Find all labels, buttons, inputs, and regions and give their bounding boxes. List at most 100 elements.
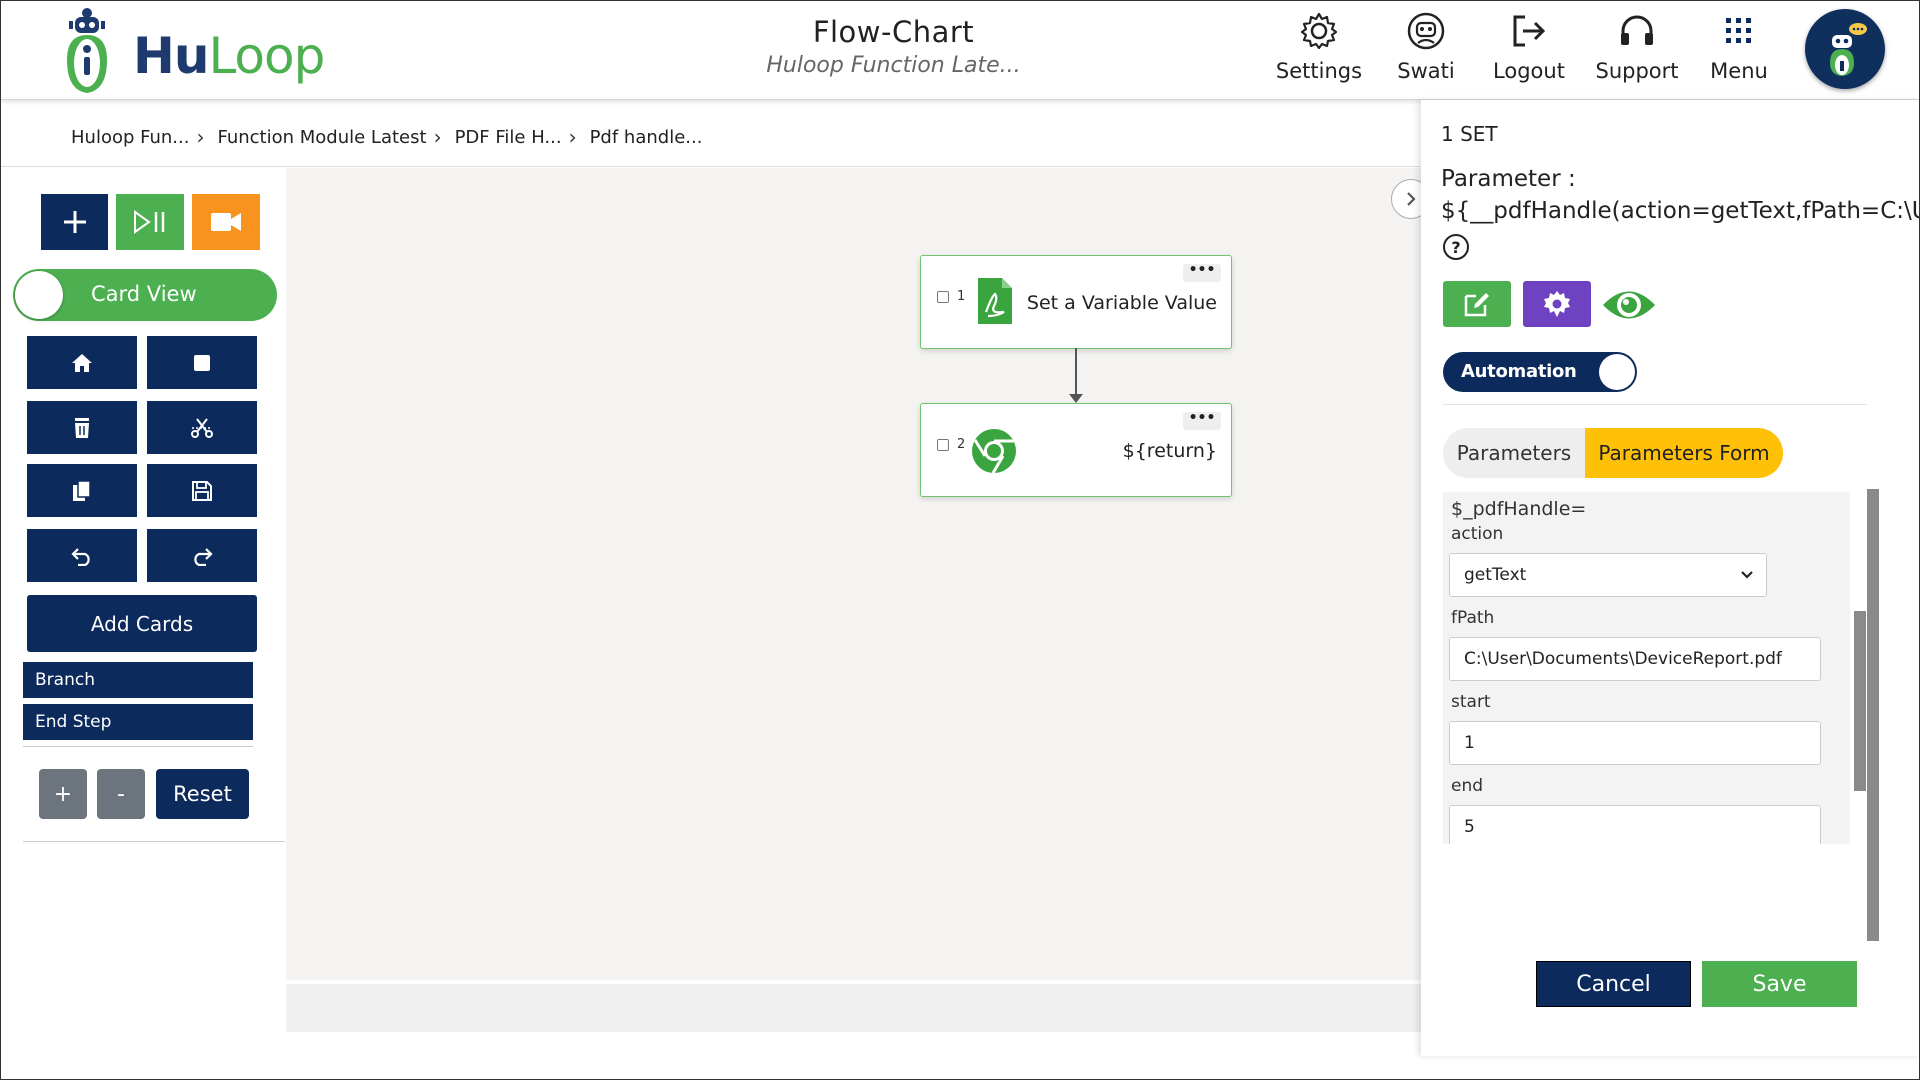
trash-icon: [75, 417, 89, 438]
home-icon: [72, 353, 92, 372]
cut-button[interactable]: [147, 401, 257, 454]
grid-icon: [1697, 9, 1781, 53]
robot-icon: [1383, 9, 1469, 53]
undo-button[interactable]: [27, 529, 137, 582]
configure-button[interactable]: [1523, 281, 1591, 327]
copy-icon: [73, 479, 91, 501]
properties-panel: 1 SET Parameter : ${__pdfHandle(action=g…: [1421, 100, 1919, 1056]
chrome-icon: [972, 429, 1016, 474]
nav-menu[interactable]: Menu: [1697, 9, 1781, 89]
reset-zoom-button[interactable]: Reset: [156, 769, 249, 819]
step-title: 1 SET: [1441, 122, 1498, 146]
breadcrumb-item[interactable]: Huloop Fun...: [71, 127, 189, 148]
copy-button[interactable]: [27, 464, 137, 517]
card-checkbox[interactable]: [937, 439, 949, 451]
video-camera-icon: [211, 213, 241, 231]
redo-button[interactable]: [147, 529, 257, 582]
start-label: start: [1451, 692, 1491, 712]
nav-settings-label: Settings: [1275, 59, 1363, 83]
action-select[interactable]: getText: [1449, 553, 1767, 597]
parameter-tabs: Parameters Parameters Form: [1443, 428, 1783, 478]
end-input[interactable]: 5: [1449, 805, 1821, 844]
flow-card[interactable]: 1 ••• Set a Variable Value: [920, 255, 1232, 349]
help-icon[interactable]: ?: [1443, 234, 1469, 260]
parameter-label: Parameter :: [1441, 166, 1576, 192]
divider: [23, 841, 285, 842]
arrow-down-icon: [1069, 394, 1083, 403]
breadcrumb-item[interactable]: Function Module Latest: [217, 127, 426, 148]
form-heading: $_pdfHandle=: [1451, 498, 1587, 520]
tab-parameters-form[interactable]: Parameters Form: [1585, 428, 1783, 478]
divider: [23, 746, 253, 747]
tab-parameters[interactable]: Parameters: [1443, 428, 1585, 478]
nav-settings[interactable]: Settings: [1269, 9, 1369, 89]
divider: [1, 166, 1421, 167]
panel-scrollbar[interactable]: [1867, 489, 1879, 941]
start-input[interactable]: 1: [1449, 721, 1821, 765]
cancel-button[interactable]: Cancel: [1536, 961, 1691, 1007]
delete-button[interactable]: [27, 401, 137, 454]
breadcrumb-item[interactable]: PDF File H...: [455, 127, 562, 148]
flow-canvas[interactable]: [286, 168, 1426, 980]
logout-icon: [1485, 9, 1573, 53]
save-flow-button[interactable]: [147, 464, 257, 517]
chevron-right-icon: ›: [433, 125, 442, 149]
plus-icon: [63, 211, 86, 233]
play-pause-icon: [134, 210, 165, 234]
top-header: HuLoop Flow-Chart Huloop Function Late..…: [1, 1, 1919, 100]
chevron-right-icon: ›: [568, 125, 577, 149]
page-title: Flow-Chart: [812, 15, 975, 49]
card-number: 2: [957, 437, 966, 452]
chatbot-icon: [1830, 23, 1867, 76]
end-step-button[interactable]: End Step: [23, 704, 253, 740]
card-checkbox[interactable]: [937, 291, 949, 303]
record-video-button[interactable]: [192, 194, 260, 250]
chevron-right-icon: [1407, 192, 1416, 206]
stop-button[interactable]: [147, 336, 257, 389]
automation-label: Automation: [1461, 361, 1577, 382]
pdf-icon: [978, 278, 1012, 324]
huloop-logo[interactable]: HuLoop: [57, 5, 325, 97]
toggle-knob: [15, 271, 63, 319]
stop-icon: [194, 354, 210, 371]
card-view-toggle[interactable]: Card View: [13, 269, 277, 321]
chevron-right-icon: ›: [196, 125, 205, 149]
nav-logout[interactable]: Logout: [1485, 9, 1573, 89]
zoom-in-button[interactable]: +: [39, 769, 87, 819]
eye-icon: [1603, 291, 1655, 319]
automation-toggle[interactable]: Automation: [1443, 352, 1637, 392]
gear-icon: [1269, 9, 1369, 53]
home-button[interactable]: [27, 336, 137, 389]
branch-button[interactable]: Branch: [23, 662, 253, 698]
logo-text: HuLoop: [133, 27, 325, 85]
card-menu-button[interactable]: •••: [1183, 263, 1221, 282]
add-cards-button[interactable]: Add Cards: [27, 595, 257, 652]
edit-icon: [1464, 293, 1489, 317]
app-window: HuLoop Flow-Chart Huloop Function Late..…: [0, 0, 1920, 1080]
preview-button[interactable]: [1601, 286, 1657, 328]
breadcrumb-item[interactable]: Pdf handle...: [590, 127, 703, 148]
headset-icon: [1589, 9, 1685, 53]
page-subtitle: Huloop Function Late...: [766, 53, 1021, 78]
page-title-block: Flow-Chart Huloop Function Late...: [721, 15, 1066, 78]
scissors-icon: [191, 417, 213, 438]
add-step-button[interactable]: [41, 194, 108, 250]
redo-icon: [194, 547, 213, 566]
card-menu-button[interactable]: •••: [1183, 411, 1221, 430]
flow-card[interactable]: 2 ••• ${return}: [920, 403, 1232, 497]
card-title: ${return}: [1122, 440, 1217, 462]
zoom-out-button[interactable]: -: [97, 769, 145, 819]
divider: [1443, 404, 1867, 405]
save-button[interactable]: Save: [1702, 961, 1857, 1007]
nav-user[interactable]: Swati: [1383, 9, 1469, 89]
nav-support[interactable]: Support: [1589, 9, 1685, 89]
assistant-avatar-button[interactable]: [1805, 9, 1885, 89]
action-label: action: [1451, 524, 1504, 544]
play-pause-button[interactable]: [116, 194, 184, 250]
nav-user-label: Swati: [1397, 59, 1455, 83]
fpath-input[interactable]: C:\User\Documents\DeviceReport.pdf: [1449, 637, 1821, 681]
form-scrollbar-thumb[interactable]: [1854, 611, 1866, 791]
nav-support-label: Support: [1595, 59, 1679, 83]
edit-button[interactable]: [1443, 281, 1511, 327]
fpath-label: fPath: [1451, 608, 1495, 628]
